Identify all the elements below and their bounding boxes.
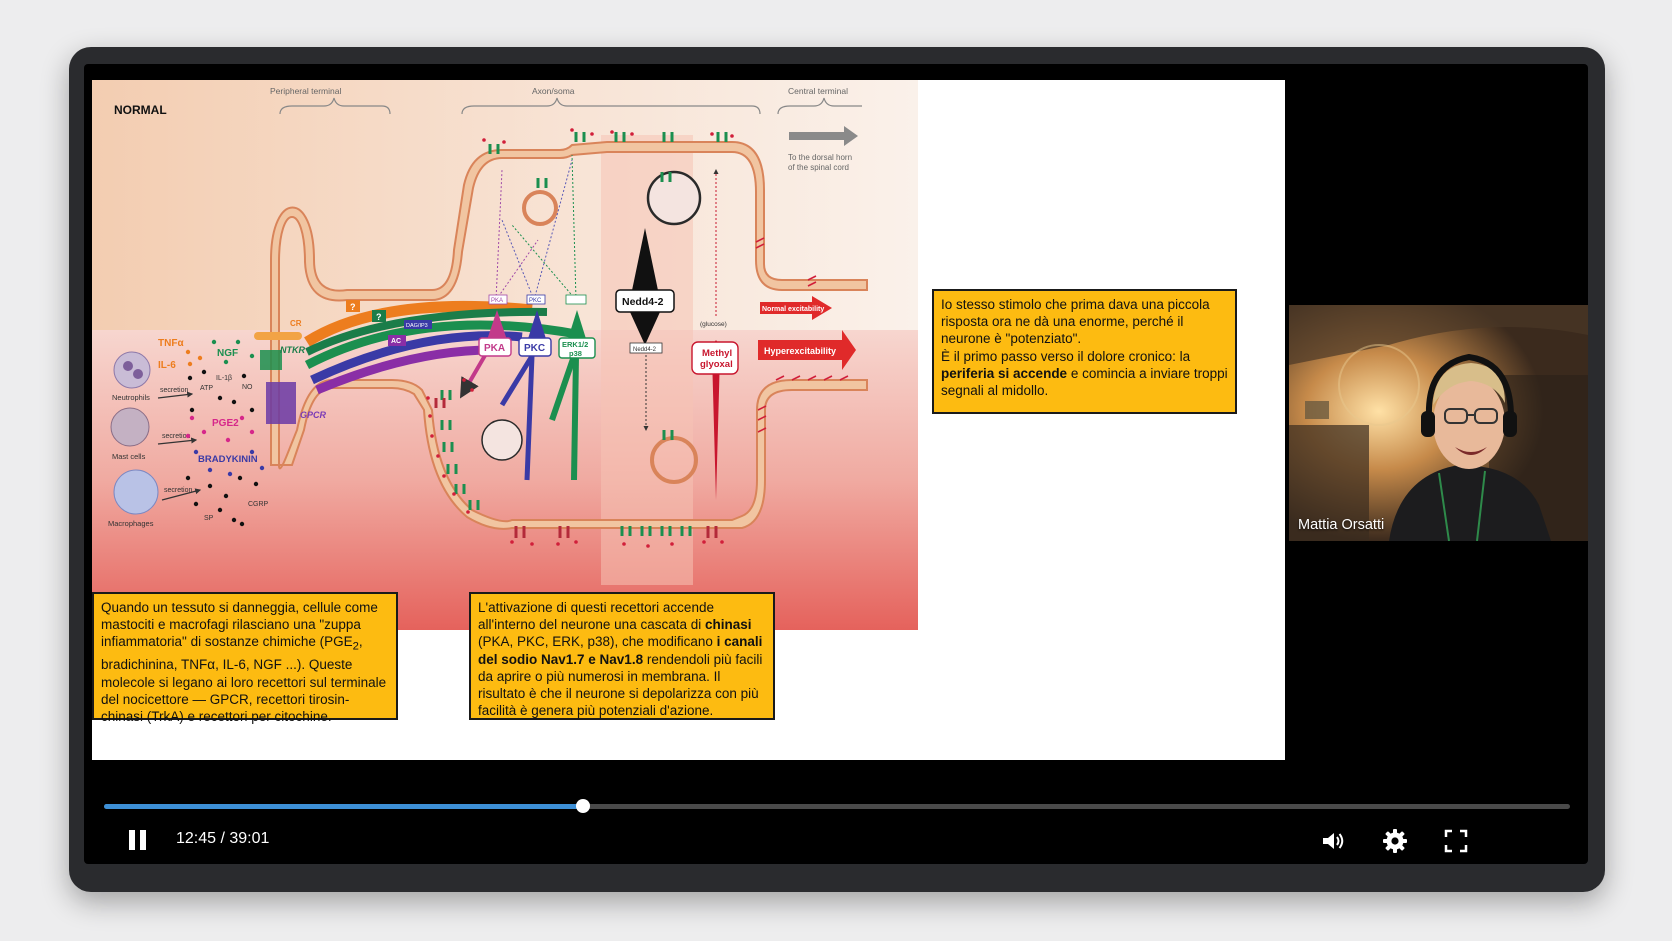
settings-button[interactable] xyxy=(1381,827,1409,855)
fullscreen-button[interactable] xyxy=(1442,827,1470,855)
question-mark-2: ? xyxy=(376,312,382,322)
cr-label: CR xyxy=(290,319,302,328)
erk-label-1: ERK1/2 xyxy=(562,340,588,349)
il1b-label: IL-1β xyxy=(216,375,232,382)
note-middle-text-2: (PKA, PKC, ERK, p38), che modificano xyxy=(478,634,717,650)
presentation-slide: NORMAL Peripheral terminal Axon/soma Cen… xyxy=(92,80,1285,760)
bradykinin-label: BRADYKININ xyxy=(198,454,258,465)
no-label: NO xyxy=(242,384,253,391)
hyperexcitability-label: Hyperexcitability xyxy=(764,346,836,356)
note-potentiated-neuron: Io stesso stimolo che prima dava una pic… xyxy=(932,289,1237,414)
dorsal-horn-label-1: To the dorsal horn xyxy=(788,153,852,162)
secretion-label-1: secretion xyxy=(160,387,189,394)
tnfa-label: TNFα xyxy=(158,338,184,349)
neutrophils-label: Neutrophils xyxy=(112,393,150,402)
pka-small-label: PKA xyxy=(491,298,503,304)
pause-icon-bar xyxy=(140,830,146,850)
webcam-feed xyxy=(1289,305,1588,541)
pkc-label: PKC xyxy=(524,343,545,354)
participant-name: Mattia Orsatti xyxy=(1298,517,1385,533)
nociceptor-diagram: NORMAL Peripheral terminal Axon/soma Cen… xyxy=(92,80,918,630)
peripheral-terminal-label: Peripheral terminal xyxy=(270,86,341,96)
pkc-small-label: PKC xyxy=(529,298,542,304)
time-display: 12:45 / 39:01 xyxy=(176,830,270,847)
webcam-overlay: Mattia Orsatti xyxy=(1289,305,1588,541)
dorsal-horn-label-2: of the spinal cord xyxy=(788,163,849,172)
note-middle-text-1: L'attivazione di questi recettori accend… xyxy=(478,600,714,633)
erk-label-2: p38 xyxy=(569,349,582,358)
note-middle-bold-1: chinasi xyxy=(704,617,752,633)
pka-label: PKA xyxy=(484,343,505,354)
atp-label: ATP xyxy=(200,385,213,392)
state-label: NORMAL xyxy=(114,103,167,117)
methyl-label-1: Methyl xyxy=(702,348,732,359)
note-inflammatory-soup: Quando un tessuto si danneggia, cellule … xyxy=(92,592,398,724)
normal-excitability-label: Normal excitability xyxy=(762,306,824,313)
fullscreen-icon xyxy=(1444,829,1468,853)
progress-fill xyxy=(104,804,583,809)
progress-bar[interactable] xyxy=(104,799,1570,813)
note-right-text-1: Io stesso stimolo che prima dava una pic… xyxy=(941,297,1210,347)
ntkr-label: NTKR xyxy=(280,345,305,355)
note-left-text-1: Quando un tessuto si danneggia, cellule … xyxy=(101,600,378,650)
progress-thumb[interactable] xyxy=(575,799,590,813)
question-mark-1: ? xyxy=(350,302,356,312)
gear-icon xyxy=(1383,829,1407,853)
volume-button[interactable] xyxy=(1319,827,1347,855)
pause-button[interactable] xyxy=(126,828,150,852)
pge2-label: PGE2 xyxy=(212,418,239,429)
nedd-small-label: Nedd4-2 xyxy=(633,347,657,353)
nedd-label: Nedd4-2 xyxy=(622,296,664,308)
il6-label: IL-6 xyxy=(158,360,176,371)
mast-cells-label: Mast cells xyxy=(112,452,146,461)
player-controls: 12:45 / 39:01 xyxy=(84,764,1588,864)
note-right-text-2: È il primo passo verso il dolore cronico… xyxy=(941,348,1191,364)
glucose-label: (glucose) xyxy=(700,321,727,328)
volume-icon xyxy=(1323,833,1344,849)
pause-icon xyxy=(129,830,135,850)
ac-label: AC xyxy=(391,338,401,345)
gpcr-label: GPCR xyxy=(300,410,327,420)
central-terminal-label: Central terminal xyxy=(788,86,848,96)
video-player[interactable]: NORMAL Peripheral terminal Axon/soma Cen… xyxy=(84,64,1588,864)
axon-soma-label: Axon/soma xyxy=(532,86,575,96)
methyl-label-2: glyoxal xyxy=(700,359,733,370)
note-kinase-cascade: L'attivazione di questi recettori accend… xyxy=(469,592,775,720)
ngf-label: NGF xyxy=(217,348,238,359)
cgrp-label: CGRP xyxy=(248,501,269,508)
macrophages-label: Macrophages xyxy=(108,519,154,528)
sp-label: SP xyxy=(204,515,214,522)
note-right-bold: periferia si accende xyxy=(941,365,1068,381)
dag-ip3-label: DAG/IP3 xyxy=(406,323,428,329)
